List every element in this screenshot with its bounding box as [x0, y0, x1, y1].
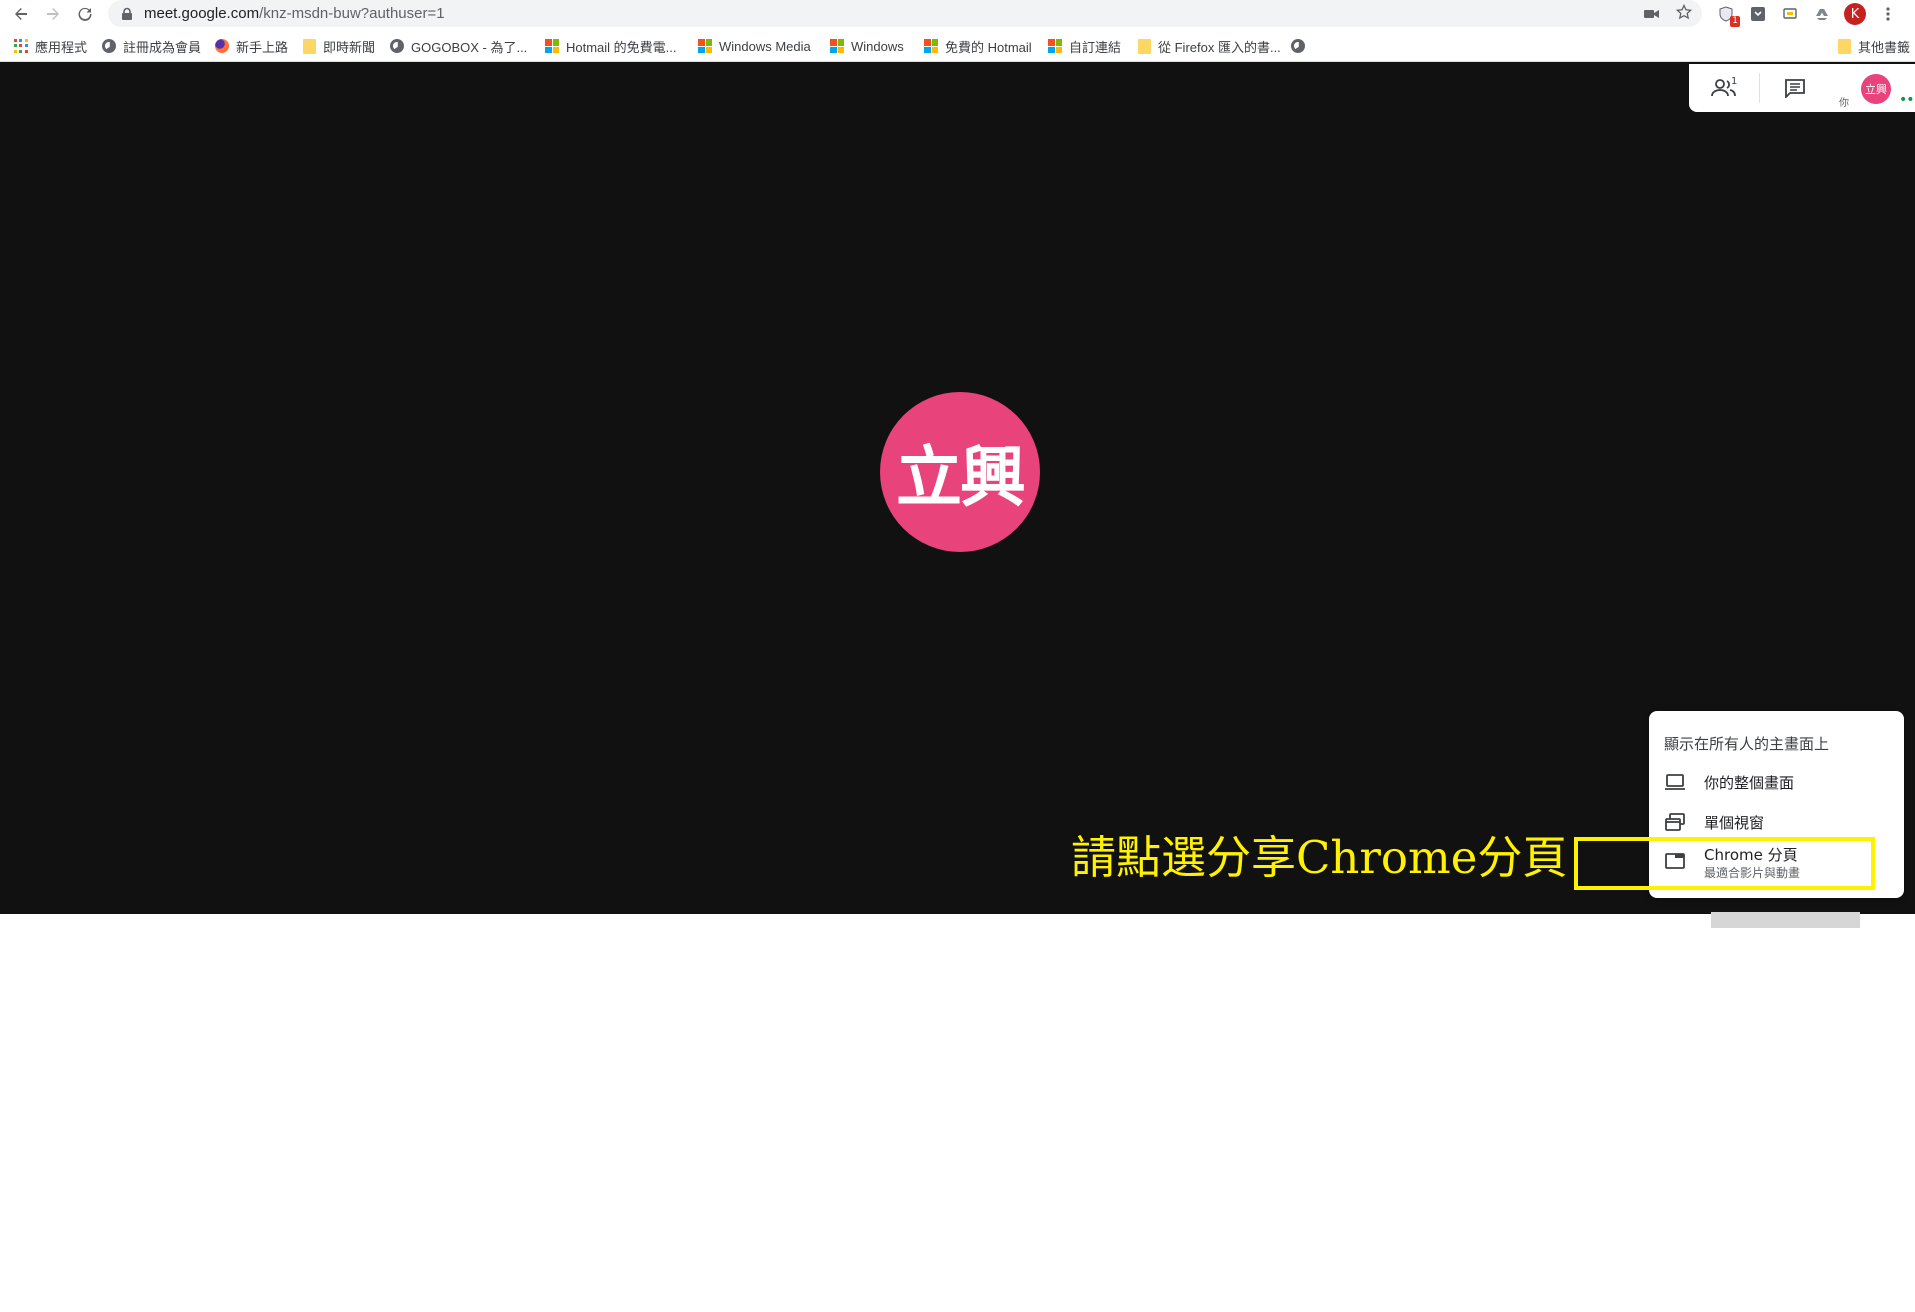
- bookmark-apps[interactable]: 應用程式: [14, 36, 87, 56]
- folder-icon: [1838, 38, 1851, 54]
- chat-button[interactable]: [1760, 64, 1830, 112]
- kebab-menu-icon[interactable]: [1878, 4, 1898, 24]
- present-window-option[interactable]: 單個視窗: [1649, 803, 1904, 841]
- drive-extension-icon[interactable]: [1812, 4, 1832, 24]
- microsoft-icon: [1048, 39, 1062, 53]
- bookmark-windows[interactable]: Windows: [830, 36, 904, 56]
- microsoft-icon: [545, 39, 559, 53]
- present-entire-screen-option[interactable]: 你的整個畫面: [1649, 763, 1904, 801]
- folder-icon: [303, 38, 316, 54]
- bookmark-free-hotmail[interactable]: 免費的 Hotmail: [924, 36, 1032, 56]
- menu-shadow: [1711, 912, 1860, 928]
- bookmark-label: GOGOBOX - 為了...: [411, 39, 528, 55]
- url-text: meet.google.com/knz-msdn-buw?authuser=1: [144, 5, 445, 22]
- lock-icon: [122, 7, 132, 20]
- bookmark-label: Windows Media: [719, 38, 811, 54]
- forward-icon[interactable]: [41, 2, 65, 26]
- profile-avatar[interactable]: K: [1844, 3, 1866, 25]
- address-bar[interactable]: meet.google.com/knz-msdn-buw?authuser=1: [108, 0, 1702, 27]
- bookmark-label: 應用程式: [35, 39, 88, 55]
- bookmark-label: 註冊成為會員: [123, 39, 202, 55]
- chat-icon: [1785, 79, 1805, 98]
- bookmark-custom-links[interactable]: 自訂連結: [1048, 36, 1121, 56]
- bookmark-globe[interactable]: [1291, 36, 1305, 56]
- bookmark-register[interactable]: 註冊成為會員: [102, 36, 201, 56]
- camera-icon[interactable]: [1644, 5, 1660, 24]
- pocket-extension-icon[interactable]: [1748, 4, 1768, 24]
- bookmark-firefox-imported[interactable]: 從 Firefox 匯入的書...: [1138, 36, 1281, 56]
- microsoft-icon: [924, 39, 938, 53]
- bookmark-gogobox[interactable]: GOGOBOX - 為了...: [390, 36, 527, 56]
- bookmark-label: 免費的 Hotmail: [945, 39, 1032, 55]
- annotation-text: 請點選分享Chrome分頁: [1071, 831, 1568, 884]
- annotation-highlight-box: [1574, 837, 1875, 890]
- cast-extension-icon[interactable]: [1780, 4, 1800, 24]
- self-avatar[interactable]: 立興: [1861, 74, 1891, 104]
- laptop-icon: [1665, 774, 1685, 790]
- participant-avatar: 立興: [880, 392, 1040, 552]
- reload-icon[interactable]: [73, 2, 97, 26]
- you-label: 你: [1839, 98, 1849, 109]
- bookmark-hotmail-free[interactable]: Hotmail 的免費電...: [545, 36, 677, 56]
- bookmark-label: Windows: [851, 38, 904, 54]
- option-label: 你的整個畫面: [1704, 774, 1795, 792]
- browser-toolbar: meet.google.com/knz-msdn-buw?authuser=1 …: [0, 0, 1915, 28]
- folder-icon: [1138, 38, 1151, 54]
- microsoft-icon: [698, 39, 712, 53]
- star-icon[interactable]: [1675, 3, 1693, 24]
- window-icon: [1665, 813, 1685, 831]
- globe-icon: [102, 39, 116, 53]
- shield-extension-icon[interactable]: 1: [1716, 4, 1740, 27]
- firefox-icon: [215, 39, 229, 53]
- bookmark-news[interactable]: 即時新聞: [303, 36, 375, 56]
- bookmark-label: 其他書籤: [1858, 39, 1911, 55]
- bookmark-label: 自訂連結: [1069, 39, 1122, 55]
- bookmark-label: 從 Firefox 匯入的書...: [1158, 39, 1281, 55]
- speaking-indicator-icon: •••: [1899, 92, 1915, 108]
- microsoft-icon: [830, 39, 844, 53]
- bookmark-label: Hotmail 的免費電...: [566, 39, 677, 55]
- option-label: 單個視窗: [1704, 814, 1765, 832]
- back-icon[interactable]: [9, 2, 33, 26]
- extensions-area: 1 K: [1716, 3, 1898, 27]
- extension-badge: 1: [1730, 16, 1740, 27]
- present-menu-header: 顯示在所有人的主畫面上: [1664, 735, 1830, 753]
- bookmark-label: 新手上路: [236, 39, 289, 55]
- bookmark-label: 即時新聞: [323, 39, 376, 55]
- people-button[interactable]: 1: [1689, 64, 1759, 112]
- bookmarks-bar: 應用程式 註冊成為會員 新手上路 即時新聞 GOGOBOX - 為了... Ho…: [0, 31, 1915, 62]
- bookmark-other[interactable]: 其他書籤: [1838, 36, 1910, 56]
- globe-icon: [390, 39, 404, 53]
- globe-icon: [1291, 39, 1305, 53]
- apps-grid-icon: [14, 39, 28, 53]
- bookmark-windows-media[interactable]: Windows Media: [698, 36, 811, 56]
- people-count: 1: [1731, 76, 1738, 87]
- bookmark-getting-started[interactable]: 新手上路: [215, 36, 288, 56]
- meeting-top-bar: 1 你 立興 •••: [1689, 64, 1915, 112]
